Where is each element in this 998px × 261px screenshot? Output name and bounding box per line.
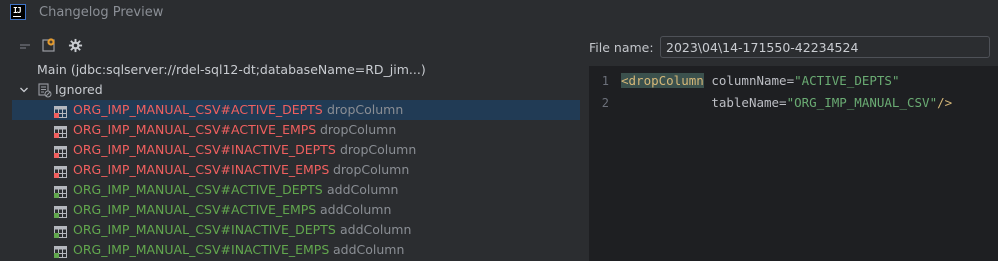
tree-item-action: dropColumn <box>340 142 417 157</box>
xml-tag-open: <dropColumn <box>621 73 704 88</box>
tree-item-name: ORG_IMP_MANUAL_CSV#INACTIVE_DEPTS <box>73 222 336 237</box>
xml-attr-name: columnName= <box>703 73 795 88</box>
table-icon <box>54 184 67 198</box>
tree-item-name: ORG_IMP_MANUAL_CSV#ACTIVE_EMPS <box>73 202 317 217</box>
tree-item-name: ORG_IMP_MANUAL_CSV#ACTIVE_DEPTS <box>73 182 323 197</box>
tree-item-action: dropColumn <box>327 102 404 117</box>
tree-item-action: dropColumn <box>333 162 410 177</box>
tree-item-action: addColumn <box>340 222 412 237</box>
tree-toolbar <box>0 26 580 60</box>
tree-item-name: ORG_IMP_MANUAL_CSV#ACTIVE_EMPS <box>73 122 317 137</box>
ignored-group-label: Ignored <box>55 82 103 97</box>
xml-attr-value: "ACTIVE_DEPTS" <box>794 73 900 88</box>
table-icon <box>54 224 67 238</box>
tree-item-name: ORG_IMP_MANUAL_CSV#INACTIVE_EMPS <box>73 242 330 257</box>
code-editor[interactable]: 1 2 <dropColumn columnName="ACTIVE_DEPTS… <box>589 66 998 261</box>
changelog-tree: Main (jdbc:sqlserver://rdel-sql12-dt;dat… <box>12 60 580 261</box>
line-number-gutter: 1 2 <box>589 66 620 261</box>
tree-item-action: dropColumn <box>320 122 397 137</box>
line-number: 2 <box>601 96 609 110</box>
ignore-changes-icon[interactable] <box>40 36 58 54</box>
table-icon <box>54 144 67 158</box>
tree-item-action: addColumn <box>320 202 392 217</box>
preview-panel: File name: 1 2 <dropColumn columnName="A… <box>580 26 998 261</box>
tree-item-add-column[interactable]: ORG_IMP_MANUAL_CSV#ACTIVE_DEPTS addColumn <box>12 180 580 200</box>
xml-attr-name: tableName= <box>711 95 787 110</box>
tree-item-drop-column[interactable]: ORG_IMP_MANUAL_CSV#INACTIVE_DEPTS dropCol… <box>12 140 580 160</box>
title-bar: IJ Changelog Preview <box>0 0 998 26</box>
changelog-tree-panel: Main (jdbc:sqlserver://rdel-sql12-dt;dat… <box>0 26 580 261</box>
tree-item-drop-column[interactable]: ORG_IMP_MANUAL_CSV#INACTIVE_EMPS dropColu… <box>12 160 580 180</box>
table-icon <box>54 204 67 218</box>
collapse-all-icon[interactable] <box>16 36 34 54</box>
tree-item-name: ORG_IMP_MANUAL_CSV#ACTIVE_DEPTS <box>73 102 323 117</box>
app-badge: IJ <box>13 6 22 15</box>
tree-item-add-column[interactable]: ORG_IMP_MANUAL_CSV#INACTIVE_EMPS addColum… <box>12 240 580 260</box>
file-name-label: File name: <box>589 40 654 55</box>
tree-item-add-column[interactable]: ORG_IMP_MANUAL_CSV#INACTIVE_DEPTS addColu… <box>12 220 580 240</box>
code-line-2: tableName="ORG_IMP_MANUAL_CSV"/> <box>621 95 952 110</box>
tree-item-add-column[interactable]: ORG_IMP_MANUAL_CSV#ACTIVE_EMPS addColumn <box>12 200 580 220</box>
root-label: Main (jdbc:sqlserver://rdel-sql12-dt;dat… <box>37 62 426 77</box>
tree-item-action: addColumn <box>333 242 405 257</box>
tree-item-name: ORG_IMP_MANUAL_CSV#INACTIVE_EMPS <box>73 162 330 177</box>
tree-group-ignored[interactable]: Ignored <box>12 80 580 100</box>
tree-root-node[interactable]: Main (jdbc:sqlserver://rdel-sql12-dt;dat… <box>12 60 580 80</box>
code-line-1: <dropColumn columnName="ACTIVE_DEPTS" <box>621 73 899 88</box>
table-icon <box>54 104 67 118</box>
line-number: 1 <box>601 74 609 88</box>
xml-attr-value: "ORG_IMP_MANUAL_CSV" <box>786 95 938 110</box>
table-icon <box>54 244 67 258</box>
tree-item-name: ORG_IMP_MANUAL_CSV#INACTIVE_DEPTS <box>73 142 336 157</box>
table-icon <box>54 164 67 178</box>
tree-item-drop-column[interactable]: ORG_IMP_MANUAL_CSV#ACTIVE_EMPS dropColumn <box>12 120 580 140</box>
tree-item-drop-column[interactable]: ORG_IMP_MANUAL_CSV#ACTIVE_DEPTS dropColum… <box>12 100 580 120</box>
intellij-app-icon: IJ <box>10 4 26 20</box>
xml-tag-close: /> <box>937 95 953 110</box>
tree-item-action: addColumn <box>327 182 399 197</box>
window-title: Changelog Preview <box>39 5 164 20</box>
gear-icon[interactable] <box>66 36 84 54</box>
table-icon <box>54 124 67 138</box>
file-name-field[interactable] <box>660 36 990 58</box>
